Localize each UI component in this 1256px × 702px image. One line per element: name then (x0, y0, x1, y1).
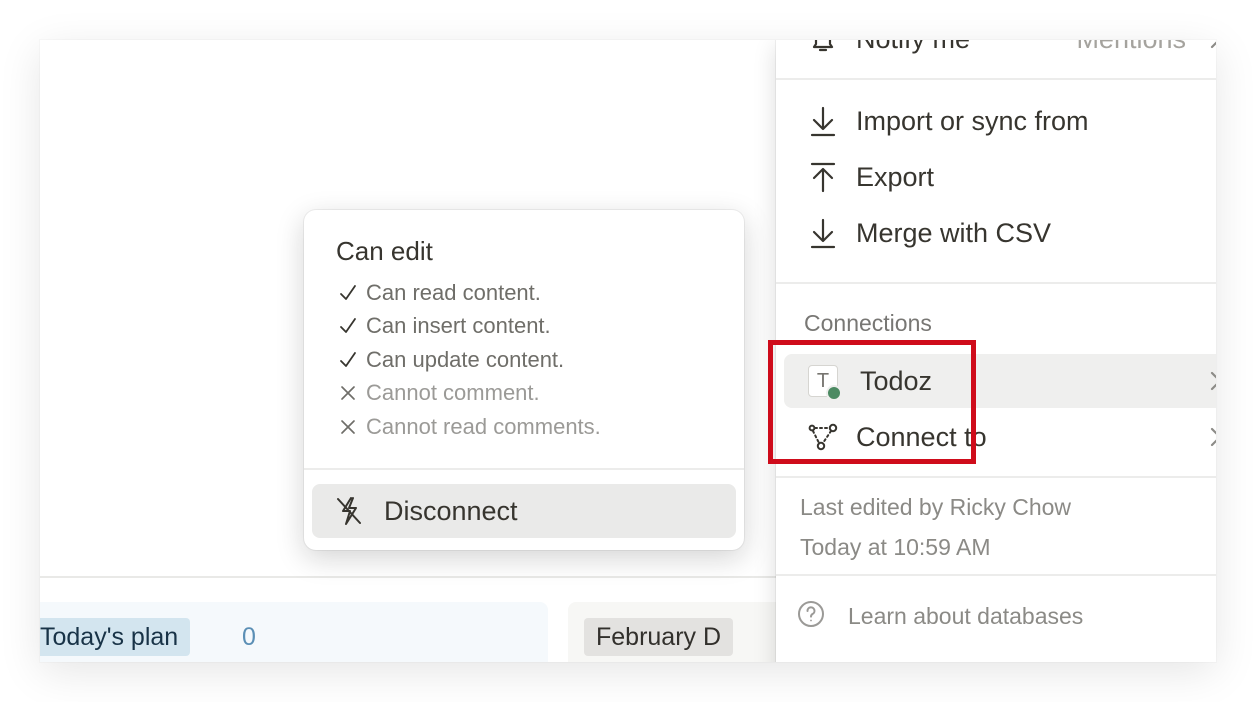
help-question-icon (796, 599, 826, 634)
notify-value: Mentions (1076, 40, 1186, 55)
checkmark-icon (336, 281, 360, 305)
last-edited-time: Today at 10:59 AM (800, 534, 991, 560)
connection-permissions-popover: Can edit Can read content. Can insert co… (304, 210, 744, 550)
group-tag-february[interactable]: February D (584, 618, 734, 656)
permission-item: Can insert content. (336, 311, 551, 341)
group-count-today: 0 (242, 623, 256, 651)
annotation-highlight-box (768, 340, 976, 464)
menu-divider (776, 476, 1216, 478)
cross-icon (336, 381, 360, 405)
learn-about-databases-link[interactable]: Learn about databases (796, 594, 1083, 638)
permission-item: Can update content. (336, 345, 564, 375)
plug-disconnect-icon (332, 494, 366, 528)
notify-label: Notify me (856, 40, 970, 55)
menu-item-merge-csv[interactable]: Merge with CSV (784, 206, 1216, 260)
arrow-down-merge-icon (806, 216, 840, 250)
import-label: Import or sync from (856, 105, 1089, 136)
last-edited-by: Last edited by Ricky Chow (800, 494, 1072, 520)
arrow-up-export-icon (806, 160, 840, 194)
menu-divider (776, 282, 1216, 284)
chevron-right-icon (1204, 369, 1216, 393)
checkmark-icon (336, 314, 360, 338)
menu-divider (776, 78, 1216, 80)
permission-item: Can read content. (336, 278, 541, 308)
menu-divider (776, 574, 1216, 576)
app-window: Today's plan 0 February D Notify me Ment… (40, 40, 1216, 662)
group-tag-today[interactable]: Today's plan (40, 618, 191, 656)
menu-item-export[interactable]: Export (784, 150, 1216, 204)
chevron-right-icon (1204, 40, 1216, 51)
disconnect-label: Disconnect (384, 495, 518, 526)
permission-item: Cannot read comments. (336, 412, 601, 442)
menu-item-import[interactable]: Import or sync from (784, 94, 1216, 148)
arrow-down-import-icon (806, 104, 840, 138)
permission-item: Cannot comment. (336, 378, 540, 408)
disconnect-button[interactable]: Disconnect (312, 484, 736, 538)
permission-level-title: Can edit (336, 236, 433, 266)
connections-section-title: Connections (804, 310, 932, 336)
popover-divider (304, 468, 744, 470)
learn-label: Learn about databases (848, 602, 1084, 629)
merge-csv-label: Merge with CSV (856, 217, 1052, 248)
checkmark-icon (336, 348, 360, 372)
bell-icon (806, 40, 840, 56)
menu-item-notify[interactable]: Notify me Mentions (784, 40, 1216, 66)
chevron-right-icon (1204, 425, 1216, 449)
cross-icon (336, 415, 360, 439)
export-label: Export (856, 161, 935, 192)
